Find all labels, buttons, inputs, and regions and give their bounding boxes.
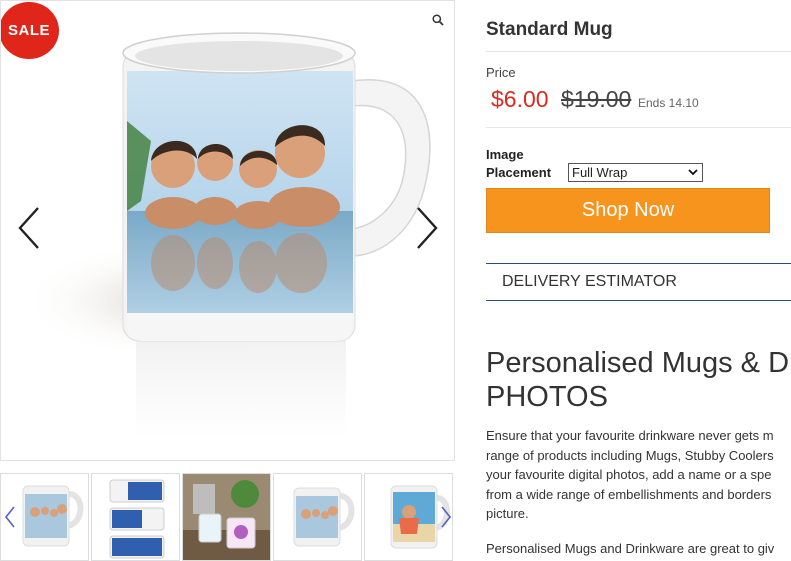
chevron-right-icon[interactable]: [414, 206, 440, 255]
sale-badge: SALE: [1, 2, 59, 59]
image-placement-label: Image Placement: [486, 147, 552, 180]
thumb-mug-family-alt[interactable]: [273, 473, 362, 561]
divider: [486, 51, 791, 52]
thumb-mugs-table[interactable]: [182, 473, 271, 561]
sale-price: $6.00: [491, 86, 549, 112]
shop-now-button[interactable]: Shop Now: [486, 188, 770, 233]
image-placement-value: Full Wrap: [572, 165, 628, 180]
thumb-mug-placement-options[interactable]: [91, 473, 180, 561]
description-body: Ensure that your favourite drinkware nev…: [486, 428, 774, 522]
thumbs-prev-icon[interactable]: [4, 505, 16, 534]
thumbnail-strip: [0, 473, 455, 561]
chevron-left-icon[interactable]: [16, 206, 42, 255]
price-label: Price: [486, 65, 516, 80]
chevron-down-icon: [688, 169, 702, 176]
magnifier-icon[interactable]: [432, 13, 444, 31]
description-heading: Personalised Mugs & D PHOTOS: [486, 347, 790, 413]
product-title: Standard Mug: [486, 19, 613, 40]
thumbs-next-icon[interactable]: [440, 505, 452, 534]
main-product-image[interactable]: [1, 1, 455, 461]
product-gallery: SALE: [0, 0, 455, 461]
divider: [486, 127, 791, 128]
sale-ends-text: Ends 14.10: [638, 96, 699, 110]
delivery-estimator-toggle[interactable]: DELIVERY ESTIMATOR: [486, 263, 791, 301]
image-placement-select[interactable]: Full Wrap: [568, 163, 703, 182]
description-body-secondary: Personalised Mugs and Drinkware are grea…: [486, 541, 775, 556]
original-price: $19.00: [561, 86, 632, 112]
